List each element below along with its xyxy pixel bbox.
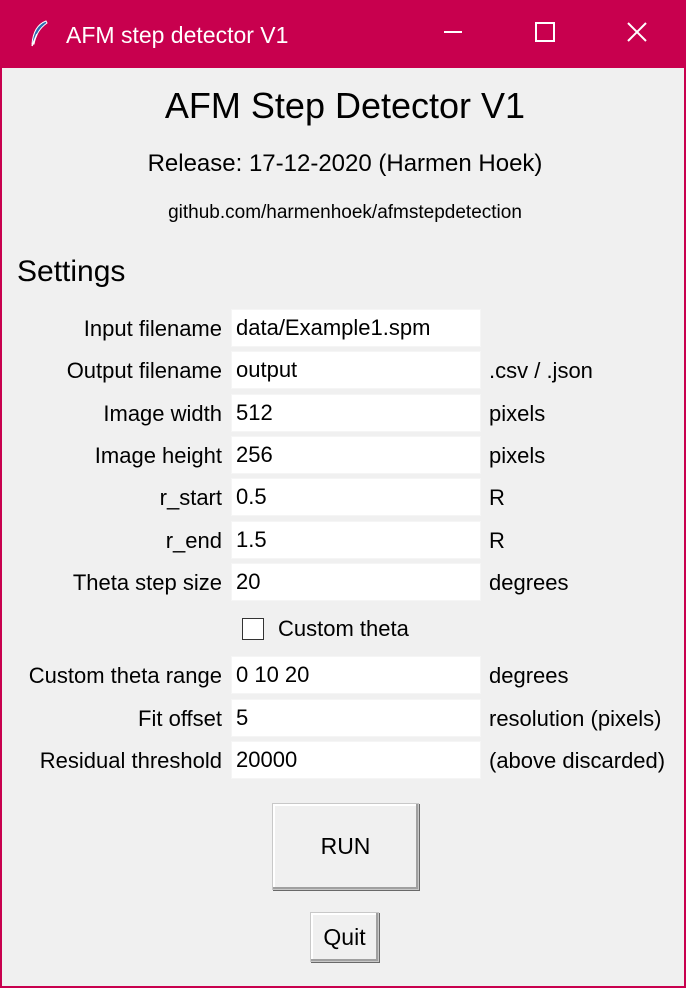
- output-filename-unit: .csv / .json: [489, 358, 593, 383]
- theta-step-size-field[interactable]: [231, 563, 481, 601]
- custom-theta-checkbox[interactable]: [242, 618, 264, 640]
- quit-button[interactable]: Quit: [310, 912, 379, 962]
- r-end-unit: R: [489, 528, 505, 553]
- app-title: AFM Step Detector V1: [164, 85, 526, 126]
- theta-step-size-label: Theta step size: [72, 570, 222, 595]
- theta-step-size-unit: degrees: [489, 570, 569, 595]
- repository-url: github.com/harmenhoek/afmstepdetection: [168, 202, 522, 223]
- run-button[interactable]: RUN: [272, 803, 419, 890]
- fit-offset-label: Fit offset: [138, 706, 222, 731]
- image-width-field[interactable]: [231, 394, 481, 432]
- input-filename-field[interactable]: [231, 309, 481, 347]
- output-filename-field[interactable]: [231, 351, 481, 389]
- output-filename-label: Output filename: [66, 358, 222, 383]
- r-end-label: r_end: [165, 528, 222, 553]
- r-start-unit: R: [489, 485, 505, 510]
- app-window: AFM step detector V1 AFM Step Detector V…: [0, 0, 686, 988]
- custom-theta-range-unit: degrees: [489, 663, 569, 688]
- residual-threshold-field[interactable]: [231, 741, 481, 779]
- image-height-unit: pixels: [489, 443, 546, 468]
- r-start-field[interactable]: [231, 478, 481, 516]
- release-info: Release: 17-12-2020 (Harmen Hoek): [147, 150, 543, 177]
- custom-theta-label[interactable]: Custom theta: [278, 615, 409, 643]
- minimize-icon: [442, 21, 464, 48]
- maximize-icon: [534, 21, 556, 48]
- image-height-label: Image height: [94, 443, 222, 468]
- fit-offset-field[interactable]: [231, 699, 481, 737]
- maximize-button[interactable]: [499, 0, 591, 68]
- image-width-unit: pixels: [489, 401, 546, 426]
- window-title: AFM step detector V1: [66, 22, 289, 48]
- input-filename-label: Input filename: [83, 316, 222, 341]
- residual-threshold-unit: (above discarded): [489, 748, 666, 773]
- settings-heading: Settings: [17, 255, 126, 288]
- residual-threshold-label: Residual threshold: [39, 748, 222, 773]
- title-bar[interactable]: AFM step detector V1: [2, 0, 686, 68]
- minimize-button[interactable]: [407, 0, 499, 68]
- fit-offset-unit: resolution (pixels): [489, 706, 662, 731]
- image-width-label: Image width: [103, 401, 222, 426]
- close-icon: [626, 21, 648, 48]
- feather-icon: [28, 20, 50, 48]
- r-start-label: r_start: [159, 485, 222, 510]
- close-button[interactable]: [591, 0, 683, 68]
- image-height-field[interactable]: [231, 436, 481, 474]
- r-end-field[interactable]: [231, 521, 481, 559]
- custom-theta-range-label: Custom theta range: [28, 663, 222, 688]
- quit-button-label: Quit: [323, 923, 366, 950]
- custom-theta-range-field[interactable]: [231, 656, 481, 694]
- run-button-label: RUN: [320, 833, 371, 859]
